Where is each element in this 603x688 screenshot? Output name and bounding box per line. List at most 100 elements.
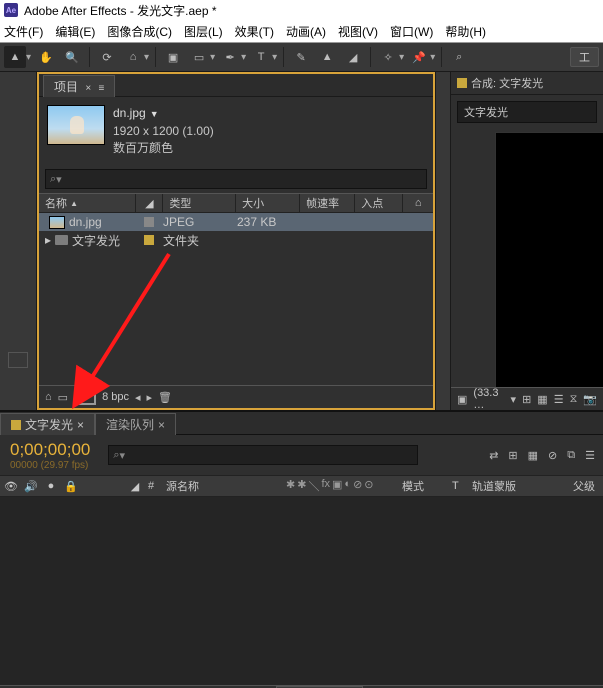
mode-col[interactable]: 模式 (396, 478, 452, 494)
menu-effect[interactable]: 效果(T) (235, 23, 274, 40)
switch-icon[interactable]: fx (321, 478, 330, 494)
lock-col-icon[interactable]: 🔒 (64, 480, 78, 493)
col-tree-icon[interactable]: ⌂ (403, 194, 433, 212)
preview-dropdown-icon[interactable]: ▼ (150, 109, 159, 119)
number-col[interactable]: # (142, 480, 160, 492)
timeline-tab[interactable]: 文字发光 × (0, 413, 95, 435)
video-col-icon[interactable]: 👁 (4, 480, 18, 493)
chevron-down-icon[interactable]: ▾ (511, 393, 517, 406)
col-label[interactable]: ◢ (136, 194, 163, 212)
search-tool-icon[interactable]: ⌕ (448, 46, 470, 68)
timeline-layer-area[interactable] (0, 497, 603, 685)
label-col-icon[interactable]: ◢ (128, 480, 142, 493)
switch-icon[interactable]: ▣ (332, 478, 342, 494)
switch-icon[interactable]: ⊘ (353, 478, 362, 494)
graph-editor-icon[interactable]: ⊘ (548, 449, 557, 462)
sourcename-col[interactable]: 源名称 (160, 478, 286, 494)
trash-icon[interactable]: 🗑 (158, 391, 172, 404)
project-preview: dn.jpg▼ 1920 x 1200 (1.00) 数百万颜色 (39, 97, 433, 165)
t-col[interactable]: T (452, 480, 472, 492)
dock-handle[interactable] (8, 352, 28, 368)
zoom-tool-icon[interactable]: 🔍 (61, 46, 83, 68)
brush-tool-icon[interactable]: ✎ (290, 46, 312, 68)
project-tab[interactable]: 项目 × ≡ (43, 75, 115, 97)
snapshot-icon[interactable]: 📷 (583, 393, 597, 406)
timeline-search[interactable]: ⌕ ▾ (108, 445, 418, 465)
motion-blur-icon[interactable]: ▦ (528, 449, 538, 462)
switch-icon[interactable]: ✱ (297, 478, 306, 494)
solo-col-icon[interactable]: ● (44, 480, 58, 492)
col-size[interactable]: 大小 (236, 194, 300, 212)
toolbar: ▲▾ ✋ 🔍 ⟳ ⌂▾ ▣ ▭▾ ✒▾ T▾ ✎ ▲ ◢ ✧▾ 📌▾ ⌕ 工 (0, 43, 603, 72)
search-dropdown-icon[interactable]: ▾ (56, 173, 62, 186)
new-folder-icon[interactable]: ▭ (58, 391, 68, 404)
parent-col[interactable]: 父级 (542, 478, 603, 494)
trackmatte-col[interactable]: 轨道蒙版 (472, 478, 542, 494)
rotate-tool-icon[interactable]: ⟳ (96, 46, 118, 68)
timeline-toolbar: ⇄ ⊞ ▦ ⊘ ⧉ ☰ (489, 449, 603, 462)
label-swatch[interactable] (144, 217, 154, 227)
switch-icon[interactable]: ✱ (286, 478, 295, 494)
anchor-tool-icon[interactable]: ▣ (162, 46, 184, 68)
next-icon[interactable]: ▸ (147, 391, 153, 404)
puppet-tool-icon[interactable]: 📌 (408, 46, 430, 68)
mask-tool-icon[interactable]: ▭ (188, 46, 210, 68)
close-icon[interactable]: × (77, 418, 84, 432)
col-type[interactable]: 类型 (163, 194, 236, 212)
image-icon (49, 216, 65, 229)
col-framerate[interactable]: 帧速率 (300, 194, 355, 212)
panel-menu-icon[interactable]: ☰ (585, 449, 595, 462)
project-item[interactable]: dn.jpg JPEG 237 KB (39, 213, 433, 231)
frame-blend-icon[interactable]: ⊞ (508, 449, 517, 462)
eraser-tool-icon[interactable]: ◢ (342, 46, 364, 68)
menu-help[interactable]: 帮助(H) (445, 23, 486, 40)
chevron-down-icon[interactable]: ▾ (120, 449, 126, 462)
panel-divider[interactable] (435, 72, 450, 410)
menu-file[interactable]: 文件(F) (4, 23, 43, 40)
timecode[interactable]: 0;00;00;00 00000 (29.97 fps) (0, 440, 100, 471)
menu-edit[interactable]: 编辑(E) (55, 23, 95, 40)
menu-view[interactable]: 视图(V) (338, 23, 378, 40)
menu-window[interactable]: 窗口(W) (390, 23, 433, 40)
workspace-dropdown[interactable]: 工 (570, 47, 599, 67)
text-tool-icon[interactable]: T (250, 46, 272, 68)
switch-icon[interactable]: ◐ (344, 478, 351, 494)
col-inpoint[interactable]: 入点 (355, 194, 403, 212)
shy-icon[interactable]: ⇄ (489, 449, 498, 462)
col-name[interactable]: 名称 ▲ (39, 194, 136, 212)
comp-viewer[interactable] (495, 132, 603, 388)
close-icon[interactable]: × (158, 418, 165, 432)
comp-dropdown[interactable]: 文字发光 (457, 101, 597, 123)
bpc-label[interactable]: 8 bpc (102, 391, 129, 403)
brainstorm-icon[interactable]: ⧉ (567, 449, 575, 462)
menu-composition[interactable]: 图像合成(C) (107, 23, 172, 40)
panel-menu-icon[interactable]: ≡ (99, 83, 105, 94)
camera-tool-icon[interactable]: ⌂ (122, 46, 144, 68)
prev-icon[interactable]: ◂ (135, 391, 141, 404)
clone-tool-icon[interactable]: ▲ (316, 46, 338, 68)
hand-tool-icon[interactable]: ✋ (35, 46, 57, 68)
project-item[interactable]: ▸文字发光 文件夹 (39, 231, 433, 249)
menu-animation[interactable]: 动画(A) (286, 23, 326, 40)
expander-icon[interactable]: ▸ (45, 233, 51, 247)
time-icon[interactable]: ⧖ (570, 393, 578, 406)
close-icon[interactable]: × (85, 83, 91, 94)
project-search[interactable]: ⌕ ▾ (45, 169, 427, 189)
switch-icon[interactable]: ⊙ (364, 478, 373, 494)
res-icon[interactable]: ⊞ (522, 393, 531, 406)
switch-icon[interactable]: ＼ (308, 478, 319, 494)
interpret-footage-icon[interactable]: ⌂ (45, 391, 52, 403)
selection-tool-icon[interactable]: ▲ (4, 46, 26, 68)
comp-toggle-icon[interactable]: ▣ (457, 393, 467, 406)
timeline-tab-label: 文字发光 (25, 416, 73, 433)
menu-layer[interactable]: 图层(L) (184, 23, 223, 40)
label-swatch[interactable] (144, 235, 154, 245)
mask-icon[interactable]: ☰ (554, 393, 564, 406)
audio-col-icon[interactable]: 🔊 (24, 480, 38, 493)
grid-icon[interactable]: ▦ (537, 393, 547, 406)
zoom-dropdown[interactable]: (33.3 … (473, 387, 504, 411)
roto-tool-icon[interactable]: ✧ (377, 46, 399, 68)
new-comp-icon[interactable] (74, 389, 96, 405)
render-queue-tab[interactable]: 渲染队列 × (95, 413, 176, 435)
pen-tool-icon[interactable]: ✒ (219, 46, 241, 68)
